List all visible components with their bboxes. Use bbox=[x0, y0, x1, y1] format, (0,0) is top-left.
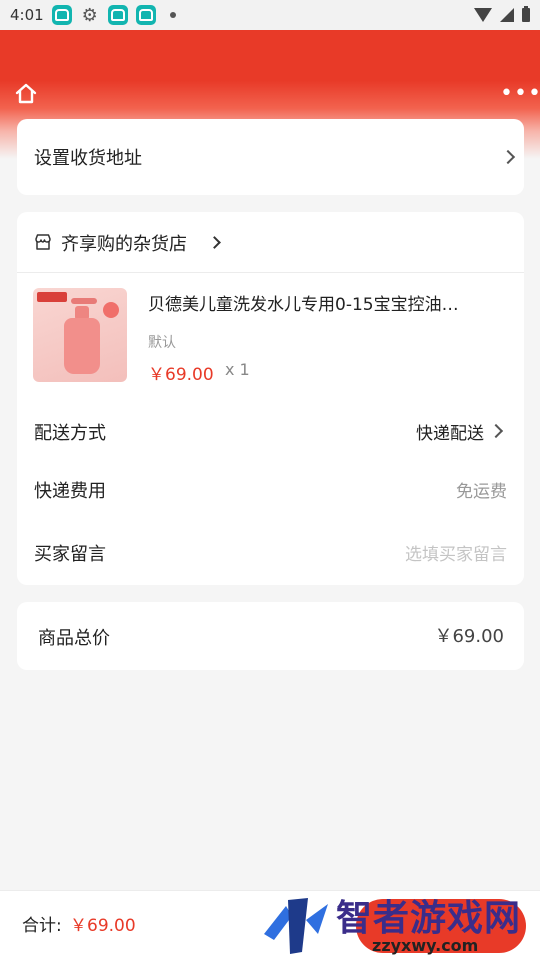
chevron-right-icon bbox=[500, 149, 516, 165]
status-bar: 4:01 ⚙ bbox=[0, 0, 540, 30]
watermark-url: zzyxwy.com bbox=[372, 936, 479, 955]
buyer-message-input[interactable]: 选填买家留言 bbox=[405, 540, 507, 565]
watermark-brand: 智者游戏网 bbox=[336, 898, 522, 939]
product-spec: 默认 bbox=[148, 335, 176, 351]
shipping-fee-label: 快递费用 bbox=[34, 481, 106, 502]
product-price: ￥69.00 bbox=[148, 365, 214, 385]
store-icon bbox=[35, 234, 51, 250]
wifi-icon bbox=[474, 8, 492, 22]
product-title[interactable]: 贝德美儿童洗发水儿专用0-15宝宝控油… bbox=[148, 290, 500, 315]
delivery-method-label: 配送方式 bbox=[34, 423, 106, 444]
goods-total-label: 商品总价 bbox=[38, 628, 110, 649]
shipping-fee-value: 免运费 bbox=[456, 482, 507, 502]
buyer-message-label: 买家留言 bbox=[34, 544, 106, 565]
home-icon[interactable] bbox=[12, 80, 40, 108]
product-image[interactable] bbox=[33, 288, 127, 382]
more-options-icon[interactable]: ••• bbox=[500, 82, 540, 106]
app-notification-icon bbox=[135, 5, 156, 25]
signal-icon bbox=[500, 8, 514, 22]
more-notifications-dot-icon bbox=[169, 12, 176, 18]
app-notification-icon bbox=[51, 5, 72, 25]
total-label: 合计: bbox=[22, 916, 62, 936]
goods-total-card: 商品总价 ￥69.00 bbox=[17, 602, 524, 670]
product-quantity: x 1 bbox=[225, 360, 250, 379]
app-notification-icon bbox=[107, 5, 128, 25]
address-label: 设置收货地址 bbox=[34, 148, 142, 169]
settings-icon: ⚙ bbox=[81, 4, 98, 26]
goods-total-value: ￥69.00 bbox=[434, 626, 504, 647]
shop-name: 齐享购的杂货店 bbox=[61, 234, 187, 255]
chevron-right-icon bbox=[488, 423, 504, 439]
address-selector[interactable]: 设置收货地址 bbox=[17, 119, 524, 195]
watermark-logo bbox=[264, 898, 328, 954]
delivery-method-value: 快递配送 bbox=[416, 424, 484, 444]
status-time: 4:01 bbox=[10, 6, 44, 24]
chevron-right-icon bbox=[208, 236, 221, 249]
battery-icon bbox=[522, 6, 530, 22]
total-price: ￥69.00 bbox=[70, 916, 136, 936]
shop-header[interactable]: 齐享购的杂货店 bbox=[17, 212, 524, 273]
order-shop-card: 齐享购的杂货店 贝德美儿童洗发水儿专用0-15宝宝控油… 默认 ￥69.00 x… bbox=[17, 212, 524, 585]
